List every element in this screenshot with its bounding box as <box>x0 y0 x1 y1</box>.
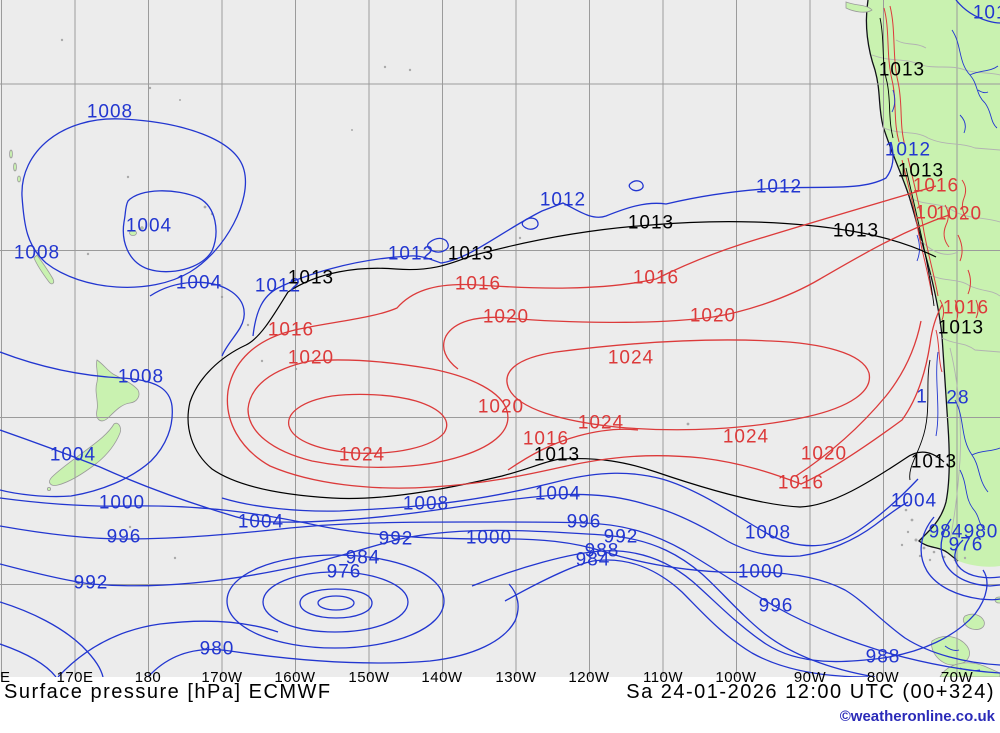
map-canvas <box>0 0 1000 677</box>
lon-tick-label: 140W <box>421 669 463 686</box>
lon-tick-label: 130W <box>495 669 537 686</box>
weather-map-page: 1008100410081004101210121012101210121012… <box>0 0 1000 733</box>
product-title: Surface pressure [hPa] ECMWF <box>4 681 332 703</box>
valid-time: Sa 24-01-2026 12:00 UTC (00+324) <box>626 681 995 703</box>
copyright-link[interactable]: ©weatheronline.co.uk <box>840 708 995 725</box>
lon-tick-label: 150W <box>348 669 390 686</box>
fiji <box>129 230 137 236</box>
lon-tick-label: 120W <box>568 669 610 686</box>
